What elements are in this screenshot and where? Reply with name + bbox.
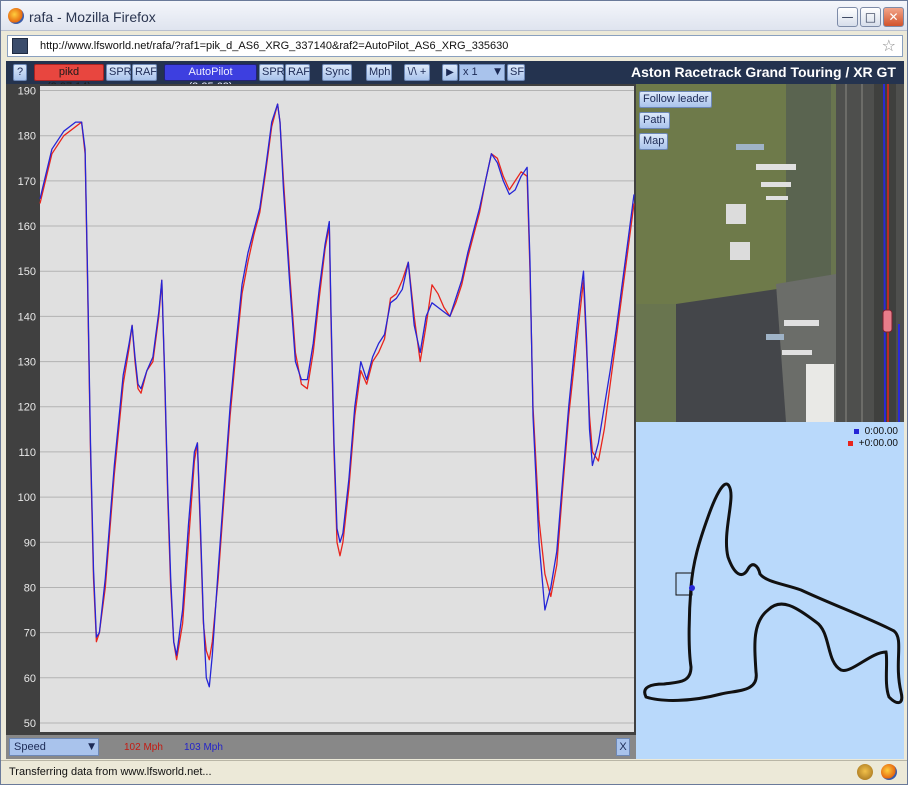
driver2-current-value: 103 Mph: [184, 742, 223, 753]
track-outline-map: [643, 482, 904, 705]
playback-speed-select[interactable]: x 1 ▼: [459, 64, 505, 81]
follow-leader-button[interactable]: Follow leader: [639, 91, 713, 108]
channel-value: Speed: [14, 741, 46, 753]
driver2-button[interactable]: AutoPilot (3:35.63): [164, 64, 257, 93]
graph-panel: 50 60 70 80 90 100 110 120 130 140 150 160 170 180 190: [6, 84, 636, 759]
y-tick-label: 50: [24, 718, 36, 730]
y-tick-label: 140: [18, 311, 36, 323]
help-button[interactable]: ?: [13, 64, 27, 81]
replay-toolbar: ? pikd (3:37.14) SPR RAF AutoPilot (3:35…: [6, 61, 904, 93]
y-tick-label: 70: [24, 628, 36, 640]
y-tick-label: 150: [18, 266, 36, 278]
window-title: rafa - Mozilla Firefox: [29, 9, 156, 25]
playback-speed-value: x 1: [463, 66, 478, 78]
driver1-raf-button[interactable]: RAF: [132, 64, 157, 81]
driver2-spr-button[interactable]: SPR: [259, 64, 285, 81]
bookmark-star-icon[interactable]: ☆: [882, 36, 896, 55]
y-tick-label: 120: [18, 402, 36, 414]
firefox-icon: [8, 8, 24, 24]
track-overview[interactable]: 0:00.00 +0:00.00: [636, 422, 904, 759]
y-tick-label: 160: [18, 221, 36, 233]
channel-select[interactable]: Speed ▼: [9, 738, 99, 756]
y-tick-label: 130: [18, 357, 36, 369]
unit-button[interactable]: Mph: [366, 64, 392, 81]
title-bar: rafa - Mozilla Firefox — □ ✕: [1, 1, 907, 31]
status-text: Transferring data from www.lfsworld.net.…: [9, 766, 212, 778]
map-button[interactable]: Map: [639, 133, 669, 150]
firefox-status-icon[interactable]: [881, 764, 897, 780]
dropdown-arrow-icon: ▼: [88, 742, 95, 752]
driver1-button[interactable]: pikd (3:37.14): [34, 64, 104, 93]
graph-shape-button[interactable]: \/\ +: [404, 64, 430, 81]
y-tick-label: 190: [18, 86, 36, 98]
dropdown-arrow-icon: ▼: [494, 67, 501, 77]
speed-chart[interactable]: 50 60 70 80 90 100 110 120 130 140 150 160 170 180 190: [6, 84, 636, 735]
plot-area: [40, 86, 634, 732]
y-tick-label: 60: [24, 673, 36, 685]
driver2-raf-button[interactable]: RAF: [285, 64, 310, 81]
aerial-map-view[interactable]: Follow leader Path Map: [636, 84, 904, 422]
track-title: Aston Racetrack Grand Touring / XR GT: [630, 64, 896, 80]
sync-button[interactable]: Sync: [322, 64, 352, 81]
y-tick-label: 180: [18, 131, 36, 143]
y-tick-label: 80: [24, 582, 36, 594]
play-icon[interactable]: ▶: [442, 64, 458, 81]
aerial-photo: [636, 84, 904, 422]
y-tick-label: 170: [18, 176, 36, 188]
y-tick-label: 100: [18, 492, 36, 504]
path-button[interactable]: Path: [639, 112, 670, 129]
driver1-spr-button[interactable]: SPR: [106, 64, 132, 81]
y-tick-label: 110: [18, 447, 36, 459]
close-window-button[interactable]: ✕: [883, 7, 904, 27]
sf-button[interactable]: SF: [507, 64, 525, 81]
minimize-button[interactable]: —: [837, 7, 858, 27]
browser-window: rafa - Mozilla Firefox — □ ✕ http://www.…: [0, 0, 908, 785]
url-text[interactable]: http://www.lfsworld.net/rafa/?raf1=pik_d…: [40, 40, 508, 52]
address-bar[interactable]: http://www.lfsworld.net/rafa/?raf1=pik_d…: [7, 35, 903, 57]
site-favicon-icon: [12, 38, 28, 54]
addon-status-icon[interactable]: [857, 764, 873, 780]
maximize-button[interactable]: □: [860, 7, 881, 27]
close-graph-button[interactable]: X: [616, 738, 630, 756]
status-bar: Transferring data from www.lfsworld.net.…: [1, 760, 907, 784]
graph-footer: Speed ▼ 102 Mph 103 Mph X: [6, 735, 636, 759]
driver1-current-value: 102 Mph: [124, 742, 163, 753]
y-tick-label: 90: [24, 537, 36, 549]
